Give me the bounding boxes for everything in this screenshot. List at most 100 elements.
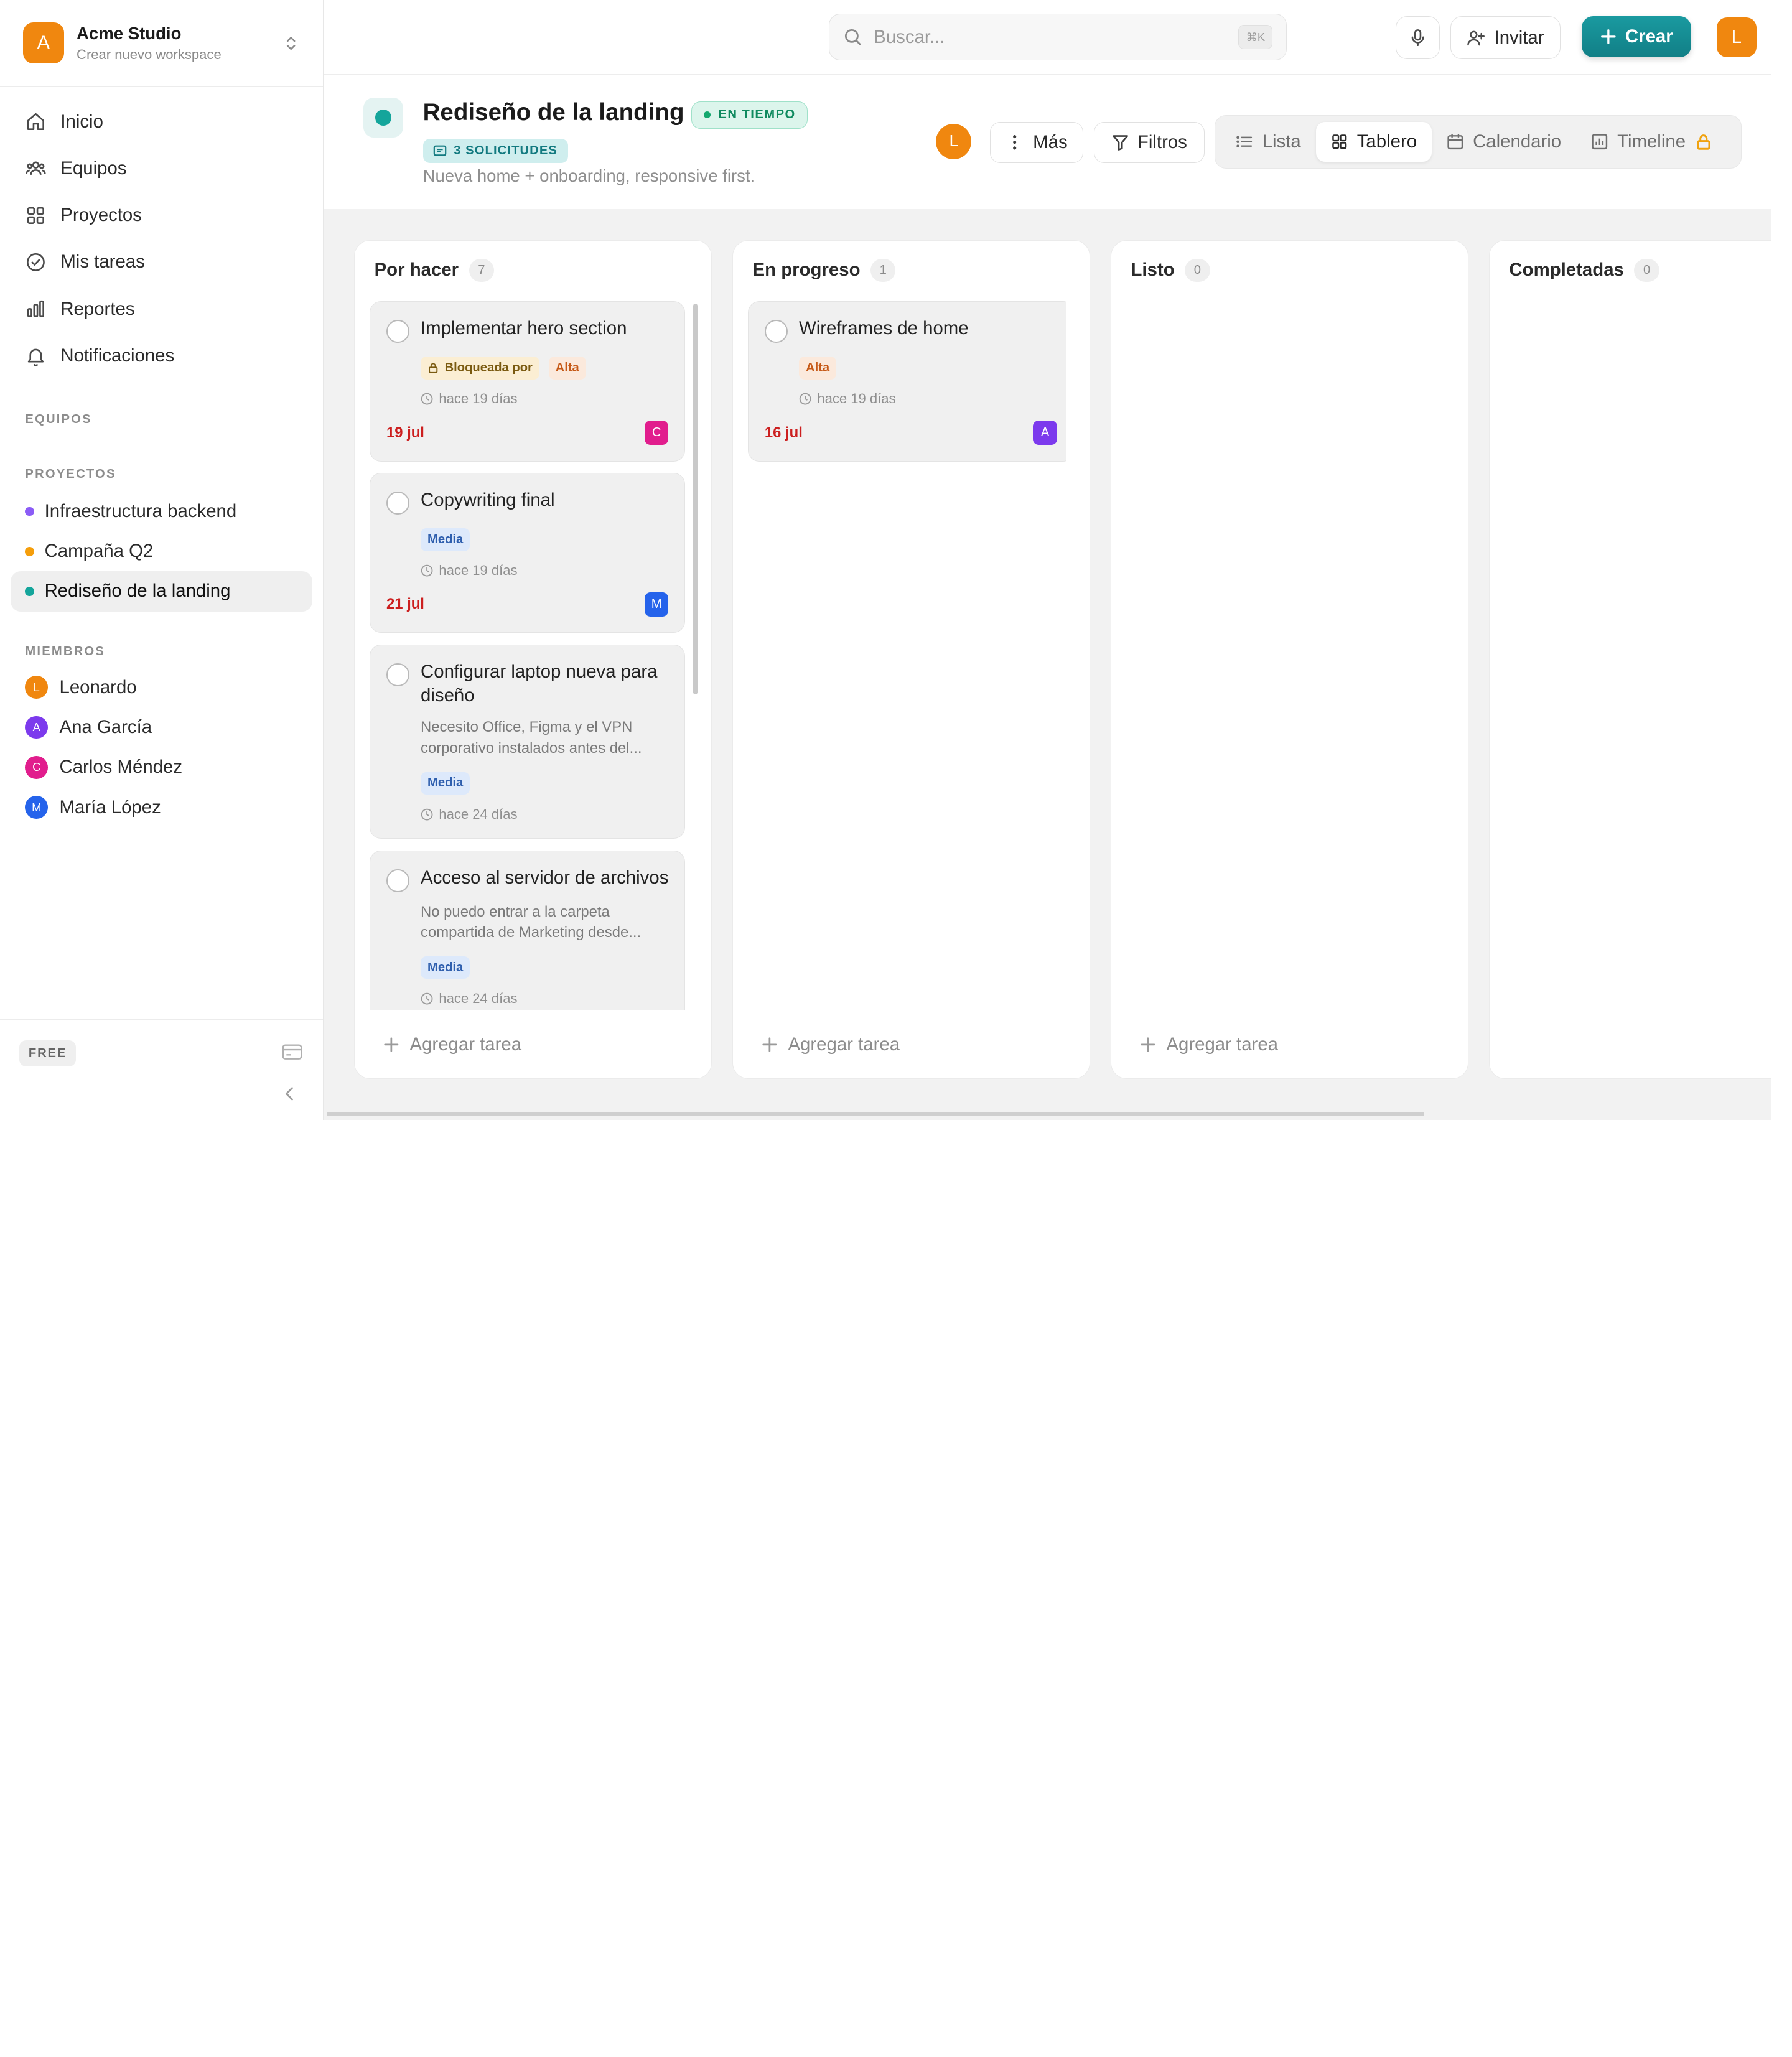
- project-owner-avatar[interactable]: L: [936, 124, 972, 160]
- task-time-label: hace 19 días: [817, 391, 896, 407]
- voice-input-button[interactable]: [1395, 16, 1440, 60]
- invite-button[interactable]: Invitar: [1450, 16, 1561, 60]
- project-header: Rediseño de la landing EN TIEMPO 3 SOLIC…: [323, 74, 1792, 210]
- column-header: Completadas 0: [1509, 259, 1659, 282]
- plus-icon: [1141, 1037, 1155, 1052]
- chevron-up-down-icon[interactable]: [282, 34, 300, 52]
- column-en-progreso: En progreso 1 Wireframes de home Alta ha…: [732, 240, 1091, 1079]
- main-nav: Inicio Equipos Proyectos Mis tareas Repo…: [0, 87, 323, 380]
- status-label: EN TIEMPO: [718, 108, 796, 122]
- project-color-dot: [375, 110, 392, 126]
- nav-item-label: Proyectos: [60, 205, 142, 226]
- column-title: Completadas: [1509, 259, 1624, 281]
- task-checkbox[interactable]: [386, 869, 409, 892]
- card-title-row: Copywriting final: [386, 488, 669, 515]
- member-item-ana[interactable]: A Ana García: [0, 707, 323, 747]
- column-count: 1: [870, 259, 896, 282]
- clock-icon: [421, 808, 433, 821]
- task-checkbox[interactable]: [764, 320, 788, 343]
- nav-item-notificaciones[interactable]: Notificaciones: [0, 332, 323, 379]
- tab-timeline[interactable]: Timeline: [1576, 122, 1736, 162]
- nav-item-proyectos[interactable]: Proyectos: [0, 192, 323, 239]
- assignee-avatar[interactable]: C: [644, 421, 669, 445]
- card-list-scrollbar[interactable]: [693, 303, 698, 694]
- assignee-avatar[interactable]: A: [1033, 421, 1057, 445]
- task-card[interactable]: Acceso al servidor de archivos No puedo …: [370, 850, 686, 1010]
- due-date: 19 jul: [386, 424, 424, 441]
- requests-badge[interactable]: 3 SOLICITUDES: [422, 139, 568, 163]
- shortcut-hint: ⌘K: [1238, 25, 1273, 50]
- tab-label: Calendario: [1473, 131, 1562, 152]
- task-checkbox[interactable]: [386, 663, 409, 686]
- nav-item-inicio[interactable]: Inicio: [0, 98, 323, 145]
- task-time-label: hace 24 días: [439, 990, 518, 1006]
- add-task-button[interactable]: Agregar tarea: [383, 1034, 521, 1055]
- task-title: Configurar laptop nueva para diseño: [421, 661, 658, 706]
- task-checkbox[interactable]: [386, 492, 409, 515]
- microphone-icon: [1411, 29, 1424, 47]
- task-card[interactable]: Wireframes de home Alta hace 19 días 16 …: [748, 301, 1066, 462]
- chevron-left-icon[interactable]: [282, 1086, 298, 1102]
- nav-item-equipos[interactable]: Equipos: [0, 145, 323, 192]
- plus-icon: [384, 1037, 399, 1052]
- credit-card-icon[interactable]: [282, 1043, 302, 1061]
- due-date: 16 jul: [764, 424, 803, 441]
- task-time-label: hace 19 días: [439, 562, 518, 579]
- add-task-button[interactable]: Agregar tarea: [762, 1034, 900, 1055]
- tab-calendario[interactable]: Calendario: [1432, 122, 1576, 162]
- member-item-carlos[interactable]: C Carlos Méndez: [0, 747, 323, 787]
- more-button[interactable]: Más: [989, 121, 1084, 163]
- project-item-campana[interactable]: Campaña Q2: [11, 531, 313, 571]
- card-list: Implementar hero section Bloqueada por A…: [370, 301, 688, 1010]
- card-body: Bloqueada por Alta hace 19 días: [421, 357, 668, 407]
- filters-button[interactable]: Filtros: [1093, 121, 1205, 163]
- workspace-switcher[interactable]: A Acme Studio Crear nuevo workspace: [0, 0, 323, 87]
- status-badge[interactable]: EN TIEMPO: [691, 101, 808, 129]
- nav-item-mis-tareas[interactable]: Mis tareas: [0, 239, 323, 286]
- member-item-leonardo[interactable]: L Leonardo: [0, 668, 323, 707]
- tag-list: Bloqueada por Alta: [421, 357, 668, 380]
- calendar-icon: [1447, 134, 1463, 150]
- search-input[interactable]: [874, 26, 1239, 48]
- task-card[interactable]: Configurar laptop nueva para diseño Nece…: [370, 644, 686, 839]
- create-button[interactable]: Crear: [1581, 16, 1692, 57]
- task-card[interactable]: Implementar hero section Bloqueada por A…: [370, 301, 686, 462]
- task-title: Wireframes de home: [798, 317, 969, 338]
- plan-badge[interactable]: FREE: [19, 1040, 76, 1066]
- priority-tag: Alta: [798, 357, 837, 380]
- column-header: Por hacer 7: [375, 259, 495, 282]
- priority-tag: Media: [421, 956, 470, 979]
- card-title-row: Configurar laptop nueva para diseño: [386, 660, 669, 708]
- tag-list: Alta: [798, 357, 1057, 380]
- nav-item-reportes[interactable]: Reportes: [0, 286, 323, 332]
- add-task-button[interactable]: Agregar tarea: [1140, 1034, 1278, 1055]
- member-item-maria[interactable]: M María López: [0, 787, 323, 827]
- column-header: Listo 0: [1131, 259, 1210, 282]
- task-checkbox[interactable]: [386, 320, 409, 343]
- workspace-subtitle[interactable]: Crear nuevo workspace: [77, 47, 282, 63]
- tab-lista[interactable]: Lista: [1221, 122, 1316, 162]
- search-bar[interactable]: ⌘K: [828, 14, 1287, 61]
- task-card[interactable]: Copywriting final Media hace 19 días 21 …: [370, 472, 686, 633]
- project-color-dot: [25, 546, 35, 556]
- column-title: Listo: [1131, 259, 1175, 281]
- requests-label: 3 SOLICITUDES: [454, 144, 558, 157]
- search-icon: [844, 29, 861, 45]
- column-count: 7: [469, 259, 495, 282]
- user-avatar[interactable]: L: [1716, 17, 1757, 57]
- assignee-avatar[interactable]: M: [644, 592, 669, 617]
- blocked-tag[interactable]: Bloqueada por: [421, 357, 539, 380]
- right-gutter: [1771, 0, 1792, 1120]
- tab-tablero[interactable]: Tablero: [1315, 121, 1432, 162]
- task-description: Necesito Office, Figma y el VPN corporat…: [421, 719, 642, 757]
- filter-icon: [1113, 135, 1128, 151]
- board-horizontal-scrollbar[interactable]: [327, 1112, 1424, 1117]
- priority-tag: Alta: [548, 357, 586, 380]
- project-item-infraestructura[interactable]: Infraestructura backend: [11, 492, 313, 531]
- project-item-rediseno[interactable]: Rediseño de la landing: [10, 571, 313, 612]
- lock-icon: [1696, 134, 1710, 150]
- project-item-label: Infraestructura backend: [44, 500, 237, 521]
- sidebar-footer: FREE: [0, 1019, 323, 1120]
- tab-label: Timeline: [1617, 131, 1686, 152]
- add-task-label: Agregar tarea: [1166, 1034, 1279, 1055]
